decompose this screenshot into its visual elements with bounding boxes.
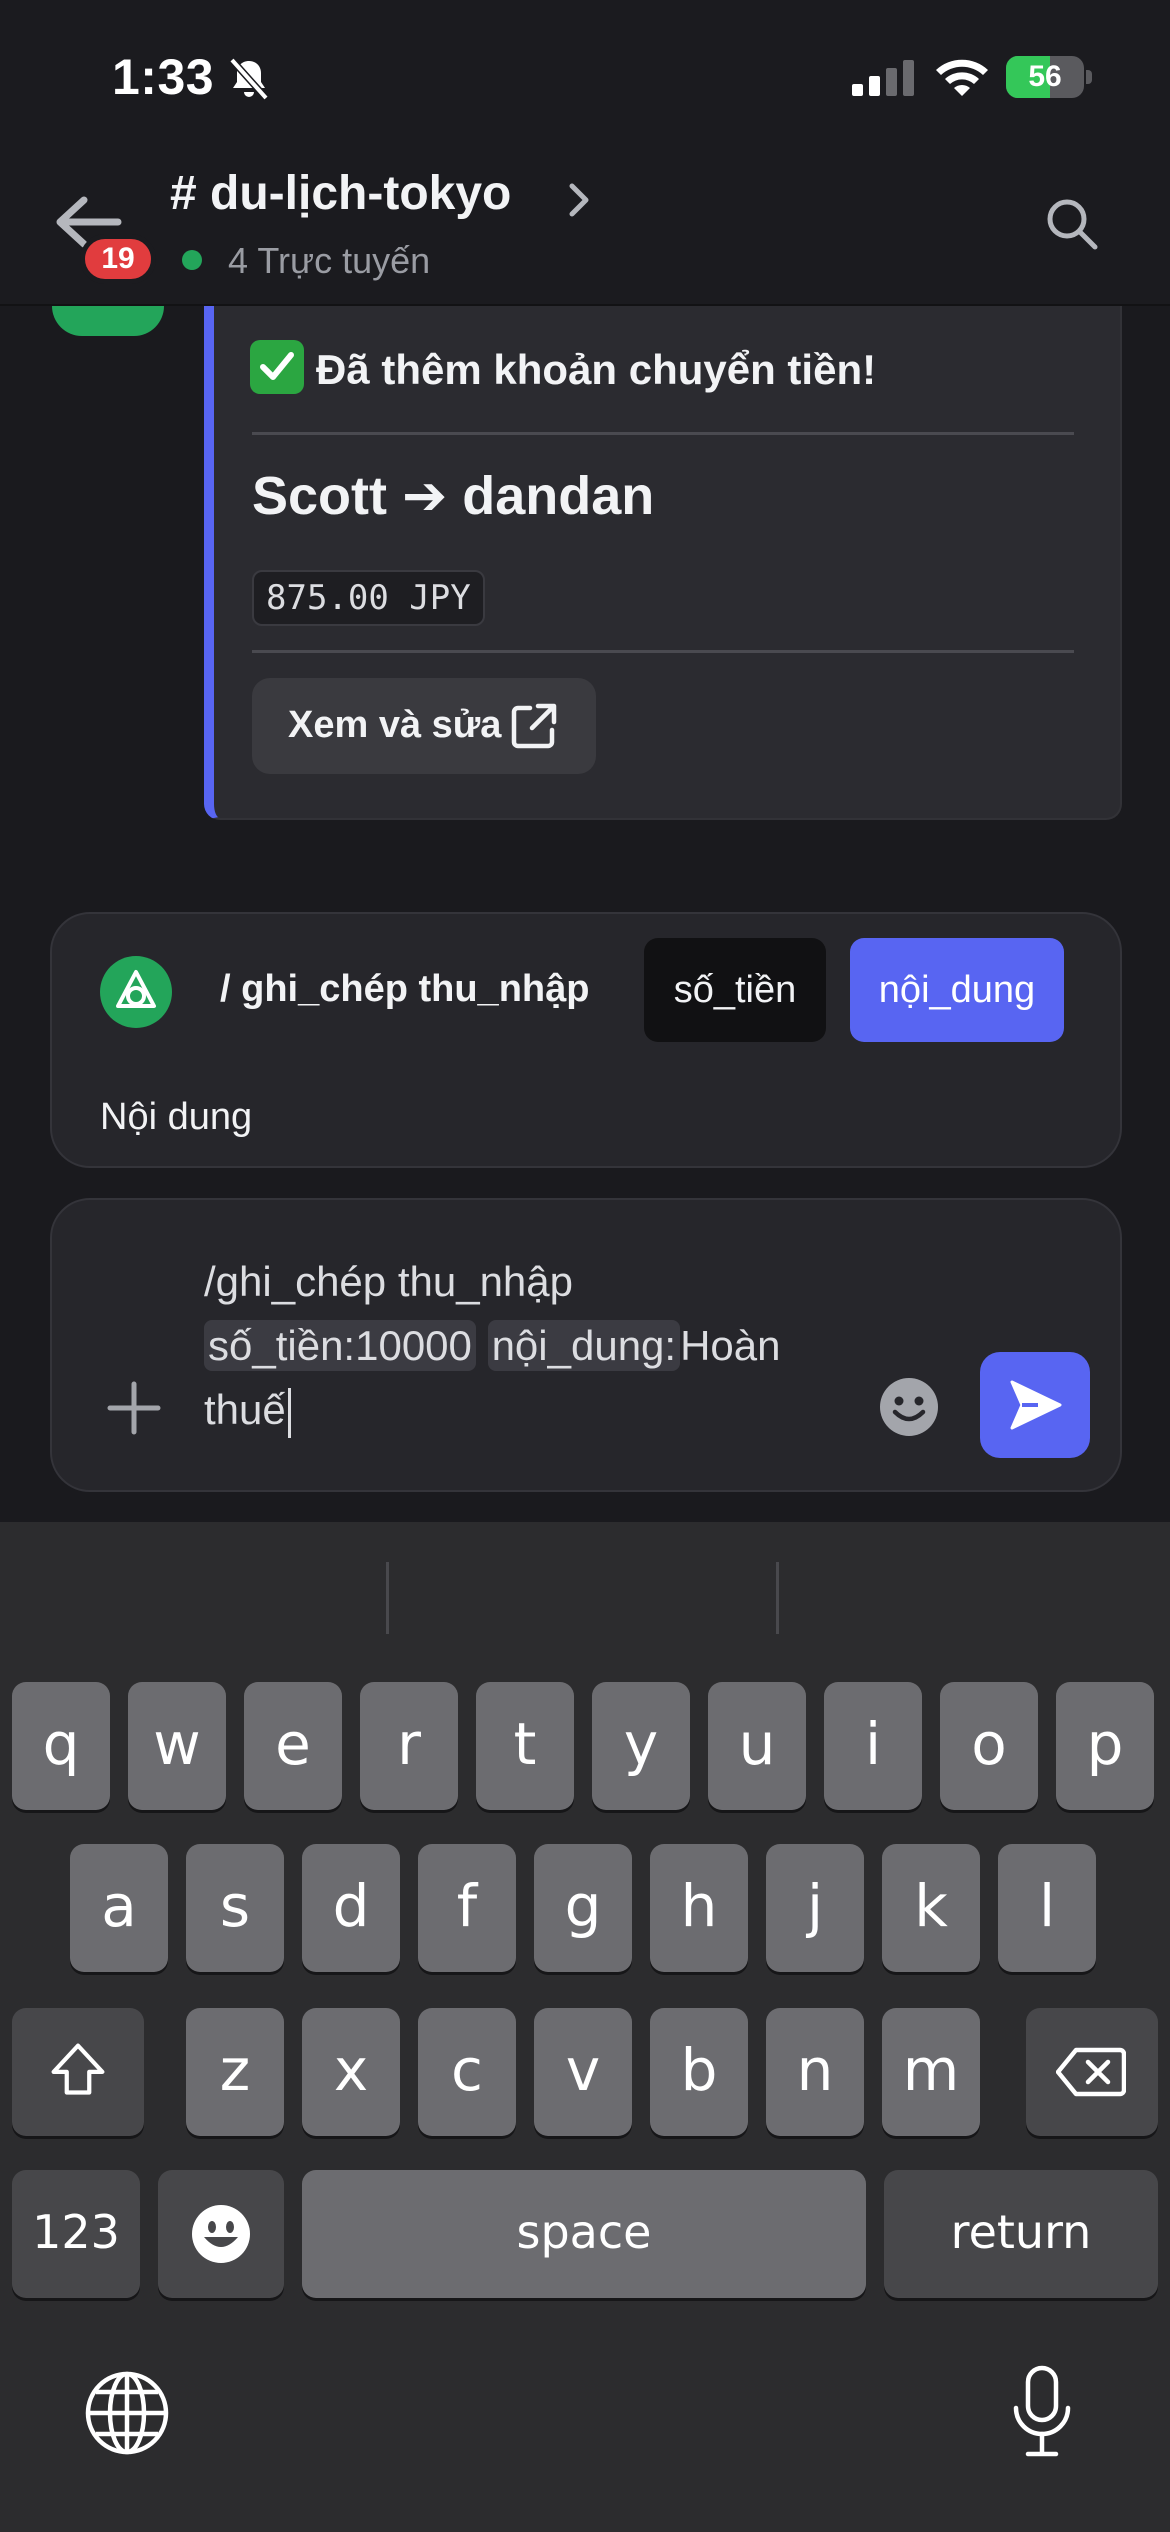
key-m[interactable]: m bbox=[882, 2008, 980, 2136]
channel-header bbox=[0, 0, 1170, 306]
online-count: 4 Trực tuyến bbox=[228, 240, 431, 281]
space-key[interactable]: space bbox=[302, 2170, 866, 2298]
bell-slash-icon bbox=[229, 57, 269, 101]
key-l[interactable]: l bbox=[998, 1844, 1096, 1972]
option-pill-so-tien[interactable]: số_tiền:10000 bbox=[204, 1320, 476, 1371]
send-icon bbox=[1010, 1380, 1062, 1430]
backspace-icon bbox=[1056, 2047, 1126, 2097]
check-mark-icon bbox=[250, 340, 304, 394]
key-b[interactable]: b bbox=[650, 2008, 748, 2136]
key-r[interactable]: r bbox=[360, 1682, 458, 1810]
battery-charging-icon: 56 bbox=[1006, 56, 1092, 98]
key-x[interactable]: x bbox=[302, 2008, 400, 2136]
app-icon bbox=[100, 956, 172, 1028]
avatar[interactable] bbox=[52, 306, 164, 336]
microphone-icon[interactable] bbox=[1010, 2364, 1074, 2460]
key-a[interactable]: a bbox=[70, 1844, 168, 1972]
key-h[interactable]: h bbox=[650, 1844, 748, 1972]
key-e[interactable]: e bbox=[244, 1682, 342, 1810]
key-w[interactable]: w bbox=[128, 1682, 226, 1810]
key-s[interactable]: s bbox=[186, 1844, 284, 1972]
chevron-right-icon[interactable] bbox=[562, 180, 594, 220]
key-u[interactable]: u bbox=[708, 1682, 806, 1810]
status-time: 1:33 bbox=[112, 49, 215, 105]
key-i[interactable]: i bbox=[824, 1682, 922, 1810]
shift-icon bbox=[51, 2043, 105, 2095]
key-q[interactable]: q bbox=[12, 1682, 110, 1810]
option-value: Hoàn bbox=[680, 1322, 781, 1369]
suggestion-divider bbox=[776, 1562, 779, 1634]
message-text[interactable]: /ghi_chép thu_nhập số_tiền:10000 nội_dun… bbox=[204, 1250, 844, 1442]
unread-badge: 19 bbox=[80, 234, 156, 284]
option-chip-so-tien[interactable]: số_tiền bbox=[644, 938, 826, 1042]
transfer-amount: 875.00 JPY bbox=[252, 570, 485, 626]
key-z[interactable]: z bbox=[186, 2008, 284, 2136]
online-status-dot bbox=[182, 250, 202, 270]
transfer-heading: Scott ➔ dandan bbox=[252, 466, 655, 526]
key-y[interactable]: y bbox=[592, 1682, 690, 1810]
option-chip-noi-dung[interactable]: nội_dung bbox=[850, 938, 1064, 1042]
embed-title: Đã thêm khoản chuyển tiền! bbox=[250, 340, 877, 400]
return-key[interactable]: return bbox=[884, 2170, 1158, 2298]
key-t[interactable]: t bbox=[476, 1682, 574, 1810]
text-cursor bbox=[287, 1387, 291, 1438]
plus-icon[interactable] bbox=[104, 1378, 164, 1438]
key-n[interactable]: n bbox=[766, 2008, 864, 2136]
cellular-signal-icon bbox=[852, 60, 914, 96]
option-label: số_tiền: bbox=[208, 1322, 356, 1369]
emoji-key-icon bbox=[192, 2205, 250, 2263]
option-value: 10000 bbox=[355, 1322, 472, 1369]
emoji-icon[interactable] bbox=[878, 1376, 940, 1438]
command-name[interactable]: / ghi_chép thu_nhập bbox=[220, 968, 589, 1011]
command-line: /ghi_chép thu_nhập bbox=[204, 1258, 573, 1305]
backspace-key[interactable] bbox=[1026, 2008, 1158, 2136]
option-label: nội_dung: bbox=[491, 1322, 677, 1369]
view-edit-label: Xem và sửa bbox=[288, 704, 502, 746]
numbers-key[interactable]: 123 bbox=[12, 2170, 140, 2298]
text-continuation: thuế bbox=[204, 1386, 286, 1433]
wifi-icon bbox=[936, 59, 988, 96]
key-k[interactable]: k bbox=[882, 1844, 980, 1972]
option-pill-noi-dung[interactable]: nội_dung: bbox=[487, 1320, 681, 1371]
key-g[interactable]: g bbox=[534, 1844, 632, 1972]
channel-title[interactable]: # du-lịch-tokyo bbox=[170, 166, 511, 221]
emoji-key[interactable] bbox=[158, 2170, 284, 2298]
key-d[interactable]: d bbox=[302, 1844, 400, 1972]
divider bbox=[252, 432, 1074, 435]
option-description: Nội dung bbox=[100, 1096, 253, 1138]
divider bbox=[252, 650, 1074, 653]
external-link-icon bbox=[511, 703, 557, 749]
globe-icon[interactable] bbox=[84, 2370, 170, 2456]
search-icon[interactable] bbox=[1044, 196, 1100, 252]
key-p[interactable]: p bbox=[1056, 1682, 1154, 1810]
battery-percent: 56 bbox=[1028, 60, 1062, 93]
suggestion-divider bbox=[386, 1562, 389, 1634]
key-c[interactable]: c bbox=[418, 2008, 516, 2136]
key-o[interactable]: o bbox=[940, 1682, 1038, 1810]
shift-key[interactable] bbox=[12, 2008, 144, 2136]
key-j[interactable]: j bbox=[766, 1844, 864, 1972]
send-button[interactable] bbox=[980, 1352, 1090, 1458]
key-f[interactable]: f bbox=[418, 1844, 516, 1972]
embed-title-text: Đã thêm khoản chuyển tiền! bbox=[316, 346, 877, 394]
key-v[interactable]: v bbox=[534, 2008, 632, 2136]
